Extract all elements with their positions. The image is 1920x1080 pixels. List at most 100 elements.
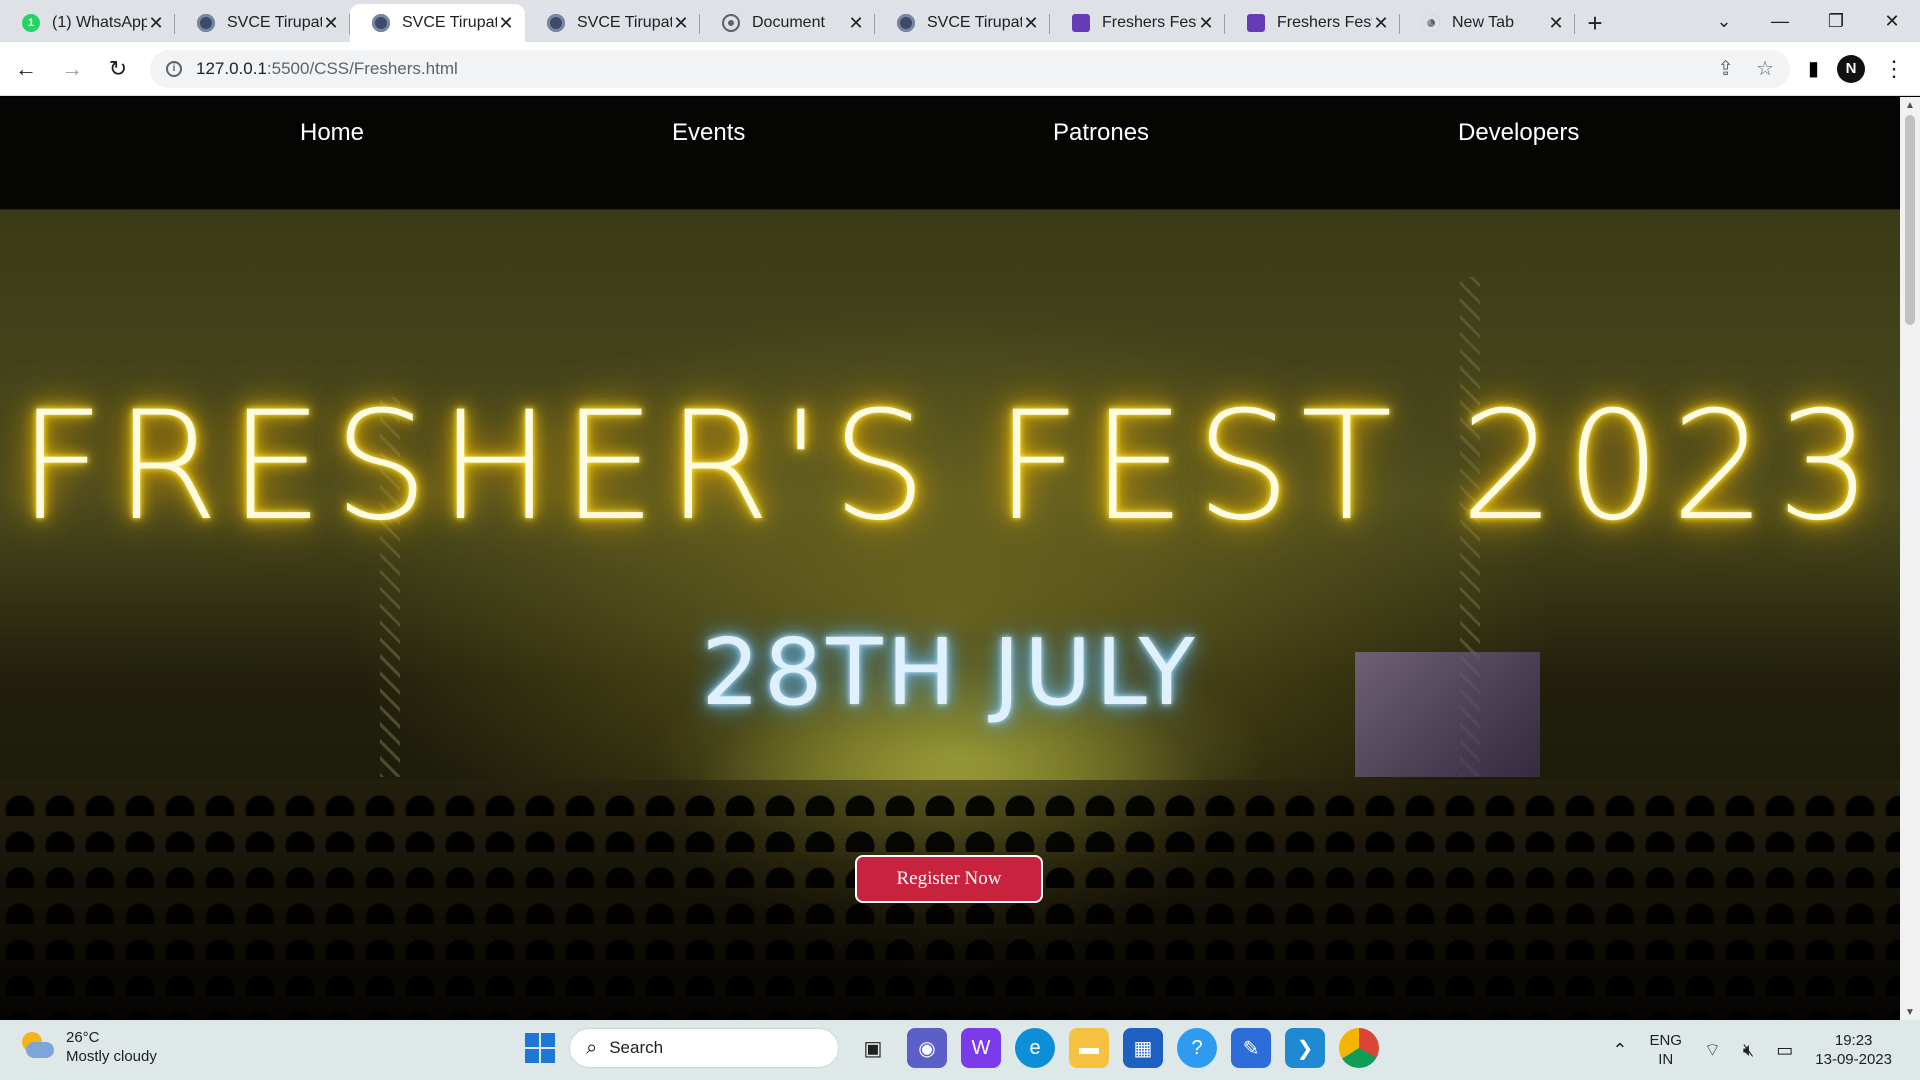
tab-title: Freshers Fest R: [1102, 14, 1197, 31]
clock[interactable]: 19:23 13-09-2023: [1815, 1031, 1892, 1069]
taskbar-search[interactable]: ⌕ Search: [569, 1028, 839, 1068]
weather-desc: Mostly cloudy: [66, 1048, 157, 1065]
tab-title: Document: [752, 14, 825, 31]
teams-chat-icon[interactable]: ◉: [907, 1028, 947, 1068]
chrome-taskbar-icon[interactable]: [1339, 1028, 1379, 1068]
nav-developers[interactable]: Developers: [1458, 119, 1579, 147]
tab-svce-active[interactable]: SVCE Tirupati ✕: [350, 4, 525, 42]
svce-icon: [372, 14, 390, 32]
lang-line2: IN: [1658, 1051, 1674, 1068]
side-panel-icon[interactable]: ▮: [1808, 56, 1819, 81]
chrome-icon: [1422, 14, 1440, 32]
browser-toolbar: ← → ↻ i 127.0.0.1:5500/CSS/Freshers.html…: [0, 42, 1920, 96]
taskbar-apps: ⌕ Search ▣ ◉ W e ▬ ▦ ? ✎ ❯: [525, 1028, 1379, 1068]
whatsapp-app-icon[interactable]: W: [961, 1028, 1001, 1068]
tab-title: Freshers Fest R: [1277, 14, 1372, 31]
nav-home[interactable]: Home: [300, 119, 364, 147]
window-controls: ⌄ — ❐ ✕: [1696, 0, 1920, 42]
clock-date: 13-09-2023: [1815, 1051, 1892, 1068]
site-info-icon[interactable]: i: [166, 60, 182, 77]
url-host: 127.0.0.1: [196, 58, 267, 78]
nav-patrones[interactable]: Patrones: [1053, 119, 1149, 147]
file-explorer-icon[interactable]: ▬: [1069, 1028, 1109, 1068]
forms-icon: [1072, 14, 1090, 32]
close-tab-icon[interactable]: ✕: [1547, 13, 1565, 34]
address-bar[interactable]: i 127.0.0.1:5500/CSS/Freshers.html ⇪ ☆: [150, 49, 1790, 88]
minimize-icon[interactable]: —: [1752, 0, 1808, 42]
nav-events[interactable]: Events: [672, 119, 745, 147]
close-tab-icon[interactable]: ✕: [147, 13, 165, 34]
tab-strip: 1 (1) WhatsApp ✕ SVCE Tirupati ✕ SVCE Ti…: [0, 0, 1920, 42]
task-view-icon[interactable]: ▣: [853, 1028, 893, 1068]
svce-icon: [897, 14, 915, 32]
tab-title: SVCE Tirupati: [927, 14, 1022, 31]
new-tab-button[interactable]: +: [1575, 4, 1615, 42]
language-indicator[interactable]: ENG IN: [1649, 1031, 1682, 1069]
browser-window: 1 (1) WhatsApp ✕ SVCE Tirupati ✕ SVCE Ti…: [0, 0, 1920, 1080]
close-tab-icon[interactable]: ✕: [672, 13, 690, 34]
close-tab-icon[interactable]: ✕: [1022, 13, 1040, 34]
windows-start-icon[interactable]: [525, 1033, 555, 1063]
edge-icon[interactable]: e: [1015, 1028, 1055, 1068]
page-viewport: Home Events Patrones Developers FRESHER'…: [0, 97, 1900, 1020]
event-date: 28TH JULY: [701, 619, 1199, 726]
search-icon: ⌕: [586, 1036, 598, 1059]
lang-line1: ENG: [1649, 1032, 1682, 1049]
close-tab-icon[interactable]: ✕: [497, 13, 515, 34]
scroll-down-icon[interactable]: ▼: [1900, 1004, 1920, 1020]
show-hidden-icons-chevron-icon[interactable]: ⌃: [1612, 1040, 1627, 1061]
url-path: :5500/CSS/Freshers.html: [266, 58, 458, 78]
register-now-button[interactable]: Register Now: [855, 855, 1043, 903]
bookmark-star-icon[interactable]: ☆: [1756, 56, 1774, 81]
clock-time: 19:23: [1834, 1032, 1873, 1049]
vscode-icon[interactable]: ❯: [1285, 1028, 1325, 1068]
tips-icon[interactable]: ?: [1177, 1028, 1217, 1068]
microsoft-store-icon[interactable]: ▦: [1123, 1028, 1163, 1068]
speaker-muted-icon[interactable]: 🔇︎: [1743, 1040, 1754, 1061]
tab-document[interactable]: Document ✕: [700, 4, 875, 42]
taskbar: 26°C Mostly cloudy ⌕ Search ▣ ◉ W e ▬ ▦ …: [0, 1020, 1920, 1080]
back-icon[interactable]: ←: [6, 49, 46, 89]
menu-kebab-icon[interactable]: ⋮: [1883, 56, 1905, 82]
tab-svce-5[interactable]: SVCE Tirupati ✕: [875, 4, 1050, 42]
tab-title: SVCE Tirupati: [227, 14, 322, 31]
battery-icon[interactable]: ▭: [1776, 1040, 1793, 1061]
tab-svce-1[interactable]: SVCE Tirupati ✕: [175, 4, 350, 42]
whatsapp-icon: 1: [22, 14, 40, 32]
tab-svce-3[interactable]: SVCE Tirupati ✕: [525, 4, 700, 42]
search-label: Search: [609, 1038, 664, 1057]
page-title: FRESHER'S FEST 2023: [18, 380, 1882, 554]
site-nav: Home Events Patrones Developers: [0, 97, 1900, 209]
profile-avatar[interactable]: N: [1837, 54, 1866, 83]
system-tray: ⌃ ENG IN ⌔ 🔇︎ ▭ 19:23 13-09-2023: [1612, 1020, 1920, 1080]
reload-icon[interactable]: ↻: [98, 49, 138, 89]
power-automate-icon[interactable]: ✎: [1231, 1028, 1271, 1068]
scrollbar-thumb[interactable]: [1905, 115, 1915, 325]
forward-icon[interactable]: →: [52, 49, 92, 89]
close-tab-icon[interactable]: ✕: [1372, 13, 1390, 34]
close-tab-icon[interactable]: ✕: [847, 13, 865, 34]
tab-new-tab[interactable]: New Tab ✕: [1400, 4, 1575, 42]
tab-title: New Tab: [1452, 14, 1514, 31]
tab-title: SVCE Tirupati: [402, 14, 497, 31]
forms-icon: [1247, 14, 1265, 32]
tab-search-icon[interactable]: ⌄: [1696, 0, 1752, 42]
close-window-icon[interactable]: ✕: [1864, 0, 1920, 42]
share-icon[interactable]: ⇪: [1717, 56, 1734, 81]
globe-icon: [722, 14, 740, 32]
close-tab-icon[interactable]: ✕: [1197, 13, 1215, 34]
wifi-icon[interactable]: ⌔: [1704, 1039, 1721, 1062]
tab-whatsapp[interactable]: 1 (1) WhatsApp ✕: [0, 4, 175, 42]
svce-icon: [547, 14, 565, 32]
tab-title: SVCE Tirupati: [577, 14, 672, 31]
restore-icon[interactable]: ❐: [1808, 0, 1864, 42]
weather-widget[interactable]: 26°C Mostly cloudy: [20, 1028, 157, 1066]
partly-cloudy-icon: [20, 1032, 54, 1062]
close-tab-icon[interactable]: ✕: [322, 13, 340, 34]
page-scrollbar[interactable]: ▲ ▼: [1900, 97, 1920, 1020]
weather-temp: 26°C: [66, 1029, 100, 1046]
tab-freshers-form-1[interactable]: Freshers Fest R ✕: [1050, 4, 1225, 42]
tab-freshers-form-2[interactable]: Freshers Fest R ✕: [1225, 4, 1400, 42]
scroll-up-icon[interactable]: ▲: [1900, 97, 1920, 113]
svce-icon: [197, 14, 215, 32]
